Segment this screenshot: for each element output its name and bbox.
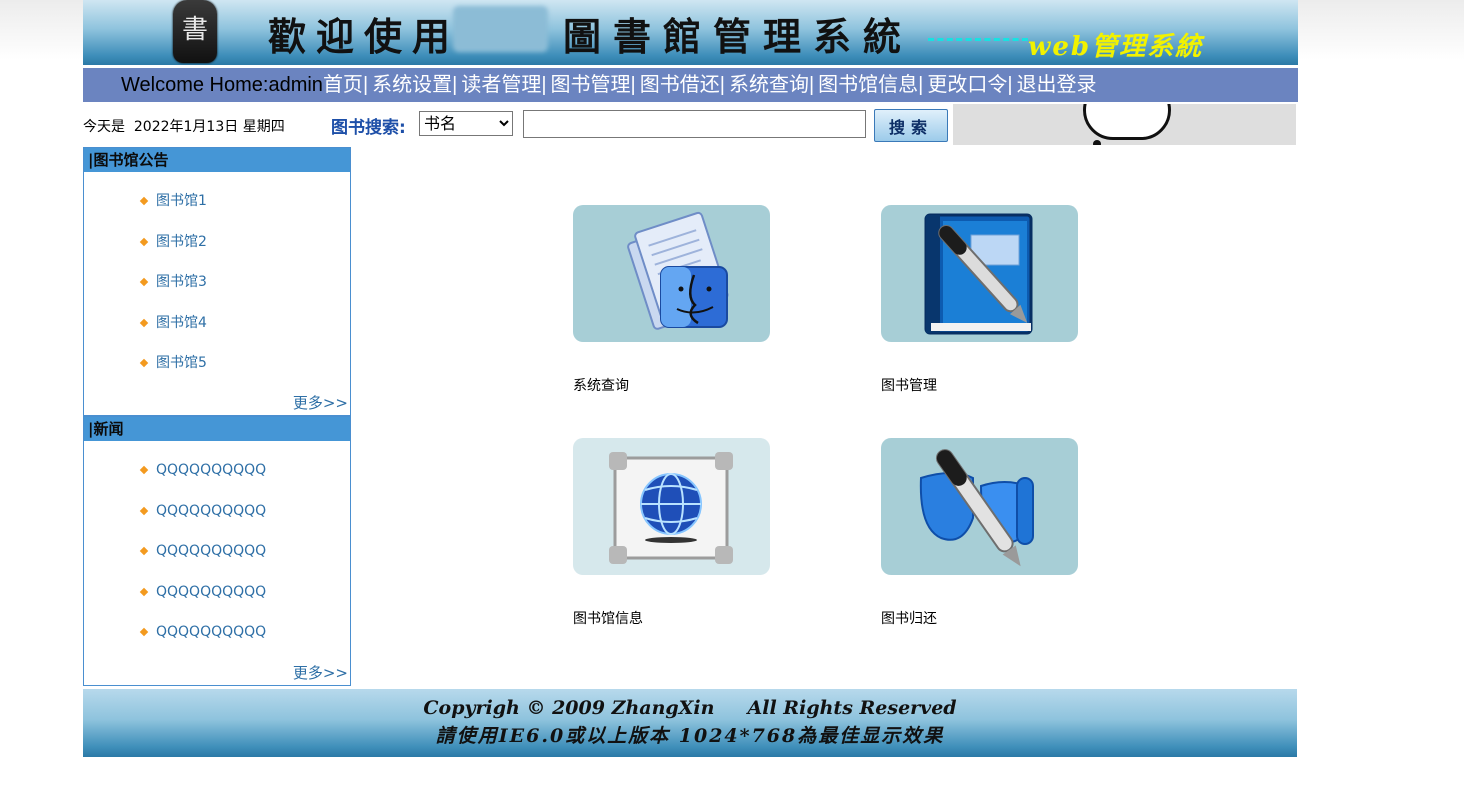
notice-list: 图书馆1 图书馆2 图书馆3 图书馆4 图书馆5 <box>84 172 350 384</box>
notice-list-item[interactable]: 图书馆5 <box>84 343 350 384</box>
bullet-icon <box>139 196 149 206</box>
current-date: 今天是 2022年1月13日 星期四 <box>83 119 285 135</box>
nav-item-home[interactable]: 首页 <box>323 74 363 96</box>
notice-item-label: 图书馆5 <box>156 355 207 372</box>
nav-item-book-management[interactable]: 图书管理 <box>551 74 631 96</box>
news-item-label: QQQQQQQQQQ <box>156 502 267 519</box>
search-input[interactable] <box>523 110 866 138</box>
news-list-item[interactable]: QQQQQQQQQQ <box>84 491 350 532</box>
notice-list-item[interactable]: 图书馆4 <box>84 303 350 344</box>
tile-book-return[interactable]: 图书归还 <box>881 438 1079 627</box>
tile-book-management[interactable]: 图书管理 <box>881 205 1079 394</box>
tile-label[interactable]: 图书归还 <box>881 608 937 628</box>
notice-item-label: 图书馆3 <box>156 274 207 291</box>
header-banner: 書 歡迎使用 圖書館管理系統 web管理系統 <box>83 0 1298 65</box>
news-list-item[interactable]: QQQQQQQQQQ <box>84 450 350 491</box>
nav-item-system-query[interactable]: 系统查询 <box>729 74 809 96</box>
cloud-dot-icon <box>1093 140 1101 145</box>
panel-title: |新闻 <box>84 417 350 441</box>
notice-list-item[interactable]: 图书馆1 <box>84 181 350 222</box>
nav-separator: | <box>918 74 924 96</box>
bullet-icon <box>139 359 149 368</box>
bullet-icon <box>139 506 149 515</box>
news-list: QQQQQQQQQQ QQQQQQQQQQ QQQQQQQQQQ QQQQQQQ… <box>84 441 350 653</box>
footer-browser-note: 請使用IE6.0或以上版本 1024*768為最佳显示效果 <box>435 725 945 747</box>
finder-documents-icon <box>627 211 729 330</box>
bullet-icon <box>139 277 149 287</box>
tile-label[interactable]: 图书馆信息 <box>573 608 643 628</box>
notice-item-label: 图书馆4 <box>156 314 207 331</box>
news-list-item[interactable]: QQQQQQQQQQ <box>84 612 350 653</box>
search-toolbar: 今天是 2022年1月13日 星期四 图书搜索: 书名 搜索 <box>83 104 1298 145</box>
seal-logo-icon: 書 <box>173 0 217 63</box>
tile-library-info[interactable]: 图书馆信息 <box>573 438 771 627</box>
tile-icon-box <box>573 438 770 575</box>
news-list-item[interactable]: QQQQQQQQQQ <box>84 531 350 572</box>
tile-label[interactable]: 图书管理 <box>881 375 937 395</box>
notice-more-link[interactable]: 更多>> <box>293 392 348 413</box>
nav-separator: | <box>630 74 636 96</box>
search-button[interactable]: 搜索 <box>874 109 948 142</box>
news-panel: |新闻 QQQQQQQQQQ QQQQQQQQQQ QQQQQQQQQQ QQQ… <box>83 416 351 686</box>
search-field-select[interactable]: 书名 <box>419 111 513 136</box>
tile-icon-box <box>881 438 1078 575</box>
redacted-name-block <box>453 6 548 52</box>
notice-item-label: 图书馆1 <box>156 193 207 209</box>
main-nav: Welcome Home:admin首页| 系统设置| 读者管理| 图书管理| 图书借还… <box>83 68 1298 102</box>
decorative-cloud-image <box>953 104 1296 145</box>
notice-list-item[interactable]: 图书馆2 <box>84 222 350 263</box>
cloud-icon <box>1083 104 1171 140</box>
library-notice-panel: |图书馆公告 图书馆1 图书馆2 图书馆3 图书馆4 图书馆5 更多>> <box>83 147 351 416</box>
news-item-label: QQQQQQQQQQ <box>156 462 267 478</box>
news-list-item[interactable]: QQQQQQQQQQ <box>84 572 350 613</box>
news-item-label: QQQQQQQQQQ <box>156 624 267 641</box>
bullet-icon <box>139 318 149 328</box>
tile-icon-box <box>881 205 1078 342</box>
tile-label[interactable]: 系统查询 <box>573 375 629 395</box>
nav-item-reader-management[interactable]: 读者管理 <box>461 74 541 96</box>
banner-subtitle: web管理系統 <box>1028 32 1204 62</box>
globe-frame-icon <box>609 452 733 564</box>
page-footer: Copyrigh © 2009 ZhangXin All Rights Rese… <box>83 689 1297 757</box>
nav-separator: | <box>719 74 725 96</box>
bullet-icon <box>139 587 149 597</box>
nav-item-change-password[interactable]: 更改口令 <box>927 74 1007 96</box>
bullet-icon <box>139 237 149 246</box>
banner-title-left: 歡迎使用 <box>268 14 461 59</box>
nav-inner: Welcome Home:admin首页| 系统设置| 读者管理| 图书管理| 图书借还… <box>121 68 1097 102</box>
pen-return-icon <box>919 449 1034 567</box>
bullet-icon <box>139 546 149 556</box>
book-pen-icon <box>924 213 1033 335</box>
notice-item-label: 图书馆2 <box>156 233 207 250</box>
notice-list-item[interactable]: 图书馆3 <box>84 262 350 303</box>
nav-separator: | <box>541 74 547 96</box>
footer-copyright: Copyrigh © 2009 ZhangXin All Rights Rese… <box>423 697 957 719</box>
nav-item-system-settings[interactable]: 系统设置 <box>372 74 452 96</box>
nav-item-library-info[interactable]: 图书馆信息 <box>818 74 918 96</box>
nav-separator: | <box>808 74 815 96</box>
bullet-icon <box>139 465 149 475</box>
welcome-text: Welcome Home:admin <box>121 74 323 96</box>
page-container: 書 歡迎使用 圖書館管理系統 web管理系統 Welcome Home:admi… <box>83 0 1298 757</box>
news-item-label: QQQQQQQQQQ <box>156 583 267 600</box>
bullet-icon <box>139 628 149 637</box>
news-more-link[interactable]: 更多>> <box>293 662 348 683</box>
tile-icon-box <box>573 205 770 342</box>
banner-dash-line <box>928 38 1028 44</box>
nav-separator: | <box>362 74 369 96</box>
nav-item-book-lending[interactable]: 图书借还 <box>640 74 720 96</box>
news-item-label: QQQQQQQQQQ <box>156 543 267 560</box>
nav-separator: | <box>452 74 458 96</box>
search-label: 图书搜索: <box>331 118 406 138</box>
banner-title-right: 圖書館管理系統 <box>563 14 914 59</box>
nav-item-logout[interactable]: 退出登录 <box>1017 74 1097 96</box>
nav-separator: | <box>1007 74 1013 96</box>
panel-title: |图书馆公告 <box>84 148 350 172</box>
tile-system-query[interactable]: 系统查询 <box>573 205 771 394</box>
